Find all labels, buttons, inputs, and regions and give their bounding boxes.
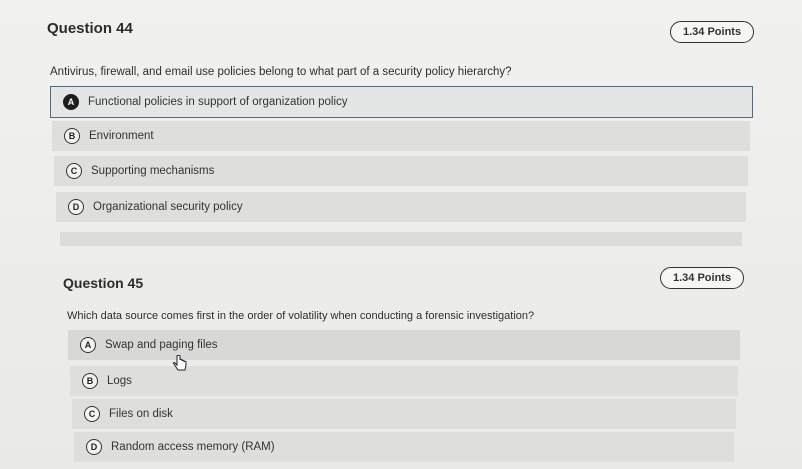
question-44-title: Question 44 (47, 20, 133, 37)
quiz-page: Question 44 1.34 Points Antivirus, firew… (0, 0, 802, 469)
question-45-title: Question 45 (63, 275, 144, 291)
option-letter-c-icon: C (66, 163, 82, 179)
question-44-points-badge: 1.34 Points (670, 21, 755, 43)
q44-option-b[interactable]: B Environment (52, 121, 750, 151)
question-45-points-badge: 1.34 Points (660, 267, 745, 289)
option-text: Environment (89, 130, 154, 142)
hand-pointer-icon (173, 355, 187, 371)
question-45-prompt: Which data source comes first in the ord… (67, 310, 535, 322)
option-letter-a-icon: A (80, 337, 96, 353)
option-text: Random access memory (RAM) (111, 441, 275, 453)
q44-option-a[interactable]: A Functional policies in support of orga… (50, 86, 753, 118)
option-text: Organizational security policy (93, 201, 243, 213)
option-letter-b-icon: B (64, 128, 80, 144)
option-text: Swap and paging files (105, 339, 218, 351)
option-letter-d-icon: D (86, 439, 102, 455)
option-letter-c-icon: C (84, 406, 100, 422)
q45-option-b[interactable]: B Logs (70, 366, 738, 396)
option-letter-a-icon: A (63, 94, 79, 110)
option-text: Functional policies in support of organi… (88, 96, 348, 108)
option-letter-b-icon: B (82, 373, 98, 389)
question-44-prompt: Antivirus, firewall, and email use polic… (50, 66, 512, 78)
q44-option-d[interactable]: D Organizational security policy (56, 192, 746, 222)
option-text: Logs (107, 375, 132, 387)
option-text: Files on disk (109, 408, 173, 420)
option-text: Supporting mechanisms (91, 165, 215, 177)
question-separator (60, 232, 742, 246)
q44-option-c[interactable]: C Supporting mechanisms (54, 156, 748, 186)
q45-option-c[interactable]: C Files on disk (72, 399, 736, 429)
option-letter-d-icon: D (68, 199, 84, 215)
q45-option-a[interactable]: A Swap and paging files (68, 330, 740, 360)
q45-option-d[interactable]: D Random access memory (RAM) (74, 432, 734, 462)
